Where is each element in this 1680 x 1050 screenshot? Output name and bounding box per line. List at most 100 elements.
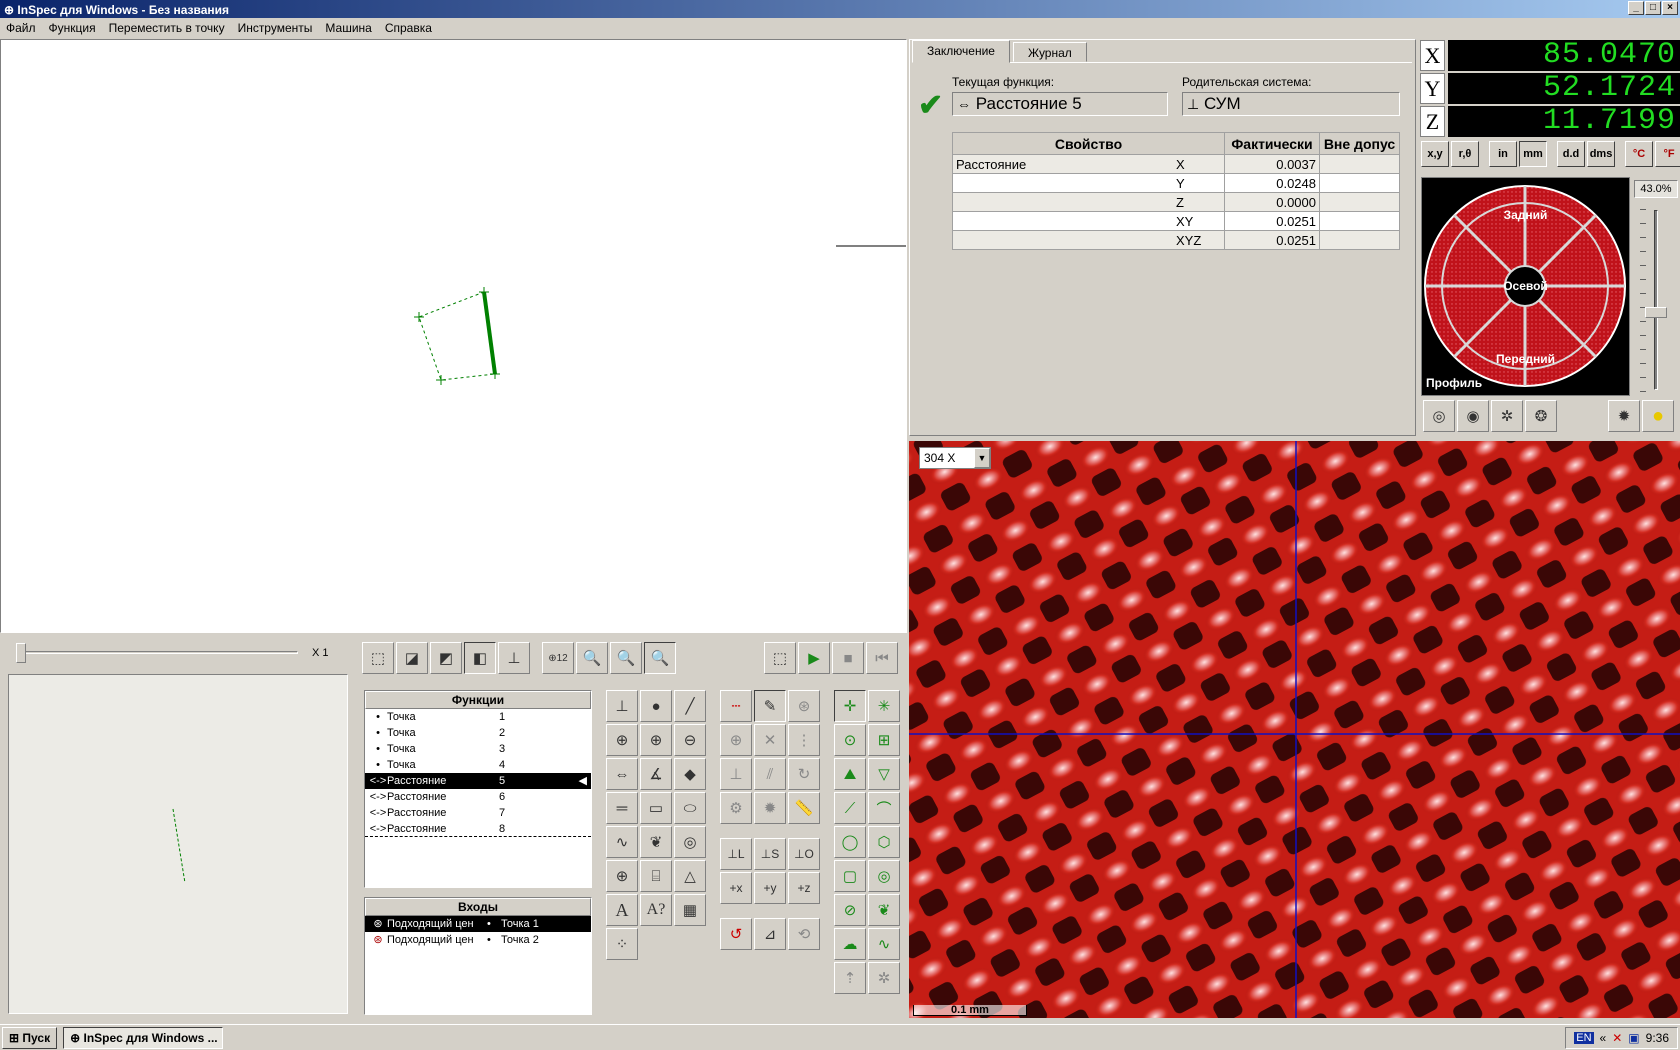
ruler-icon[interactable]: 📏 [788, 792, 820, 824]
cone-icon[interactable]: △ [674, 860, 706, 892]
zoom-out-icon[interactable]: 🔍 [610, 642, 642, 674]
edge-trace-icon[interactable]: ⊘ [834, 894, 866, 926]
edge-closed-icon[interactable]: ⬡ [868, 826, 900, 858]
probe-icon[interactable]: ⊛ [788, 690, 820, 722]
peak-point-icon[interactable]: ⛰ [834, 758, 866, 790]
inputs-list[interactable]: Входы ⊛ Подходящий цен • Точка 1 ⊛ Подходящи… [364, 897, 592, 1015]
text-icon[interactable]: A [606, 894, 638, 926]
tab-journal[interactable]: Журнал [1013, 42, 1087, 62]
measure-count-icon[interactable]: ⊕12 [542, 642, 574, 674]
calculator-icon[interactable]: ▦ [674, 894, 706, 926]
part-preview[interactable] [8, 674, 348, 1014]
taskbar-item-inspec[interactable]: ⊕ InSpec для Windows ... [63, 1026, 224, 1049]
datum-o-icon[interactable]: ⊥O [788, 838, 820, 870]
datum-l-icon[interactable]: ⊥L [720, 838, 752, 870]
list-item[interactable]: ⊛ Подходящий цен • Точка 2 [365, 932, 591, 948]
sphere-icon[interactable]: ⊕ [606, 860, 638, 892]
datum-s-icon[interactable]: ⊥S [754, 838, 786, 870]
tab-summary[interactable]: Заключение [912, 40, 1010, 63]
valley-point-icon[interactable]: ▽ [868, 758, 900, 790]
menu-machine[interactable]: Машина [325, 21, 371, 35]
edge-blob-icon[interactable]: ❦ [868, 894, 900, 926]
point-cloud-icon[interactable]: ⁘ [606, 928, 638, 960]
origin-y-icon[interactable]: +y [754, 872, 786, 904]
stop-icon[interactable]: ■ [832, 642, 864, 674]
menu-tools[interactable]: Инструменты [238, 21, 313, 35]
celsius-button[interactable]: °C [1625, 141, 1653, 167]
light-segments-icon[interactable]: ✲ [1491, 400, 1523, 432]
menu-move-to-point[interactable]: Переместить в точку [109, 21, 225, 35]
arc-icon[interactable]: ⊕ [640, 724, 672, 756]
dashed-line-icon[interactable]: ┄ [720, 690, 752, 722]
list-item[interactable]: • Точка 2 [365, 725, 591, 741]
coord-system-icon[interactable]: ⊥ [606, 690, 638, 722]
light-ring-double-icon[interactable]: ◉ [1457, 400, 1489, 432]
lamp-off-icon[interactable]: ✹ [1608, 400, 1640, 432]
ring-icon[interactable]: ◎ [674, 826, 706, 858]
zoom-fit-icon[interactable]: 🔍 [644, 642, 676, 674]
list-item[interactable]: <-> Расстояние 8 [365, 821, 591, 837]
network-icon[interactable]: ▣ [1628, 1031, 1639, 1045]
decimal-degrees-button[interactable]: d.d [1557, 141, 1585, 167]
edge-point-icon[interactable]: ⊞ [868, 724, 900, 756]
plane-icon[interactable]: ◆ [674, 758, 706, 790]
rotate-icon[interactable]: ↺ [720, 918, 752, 950]
start-button[interactable]: ⊞ Пуск [2, 1026, 58, 1049]
bisect-icon[interactable]: ⋮ [788, 724, 820, 756]
menu-file[interactable]: Файл [6, 21, 36, 35]
curve-icon[interactable]: ∿ [606, 826, 638, 858]
light-slider-thumb[interactable] [1645, 306, 1667, 318]
crosshair-point-icon[interactable]: ✛ [834, 690, 866, 722]
inch-button[interactable]: in [1489, 141, 1517, 167]
perpendicular-icon[interactable]: ⊥ [720, 758, 752, 790]
list-item[interactable]: <-> Расстояние 6 [365, 789, 591, 805]
play-icon[interactable]: ▶ [798, 642, 830, 674]
list-item[interactable]: • Точка 1 [365, 709, 591, 725]
focus-up-icon[interactable]: ⇡ [834, 962, 866, 994]
circle-icon[interactable]: ⊕ [606, 724, 638, 756]
language-indicator[interactable]: EN [1574, 1032, 1594, 1044]
fahrenheit-button[interactable]: °F [1655, 141, 1680, 167]
zoom-slider-track[interactable] [20, 651, 298, 654]
light-segments-all-icon[interactable]: ❂ [1525, 400, 1557, 432]
edge-arc-icon[interactable]: ⌒ [868, 792, 900, 824]
list-item-selected[interactable]: ⊛ Подходящий цен • Точка 1 [365, 916, 591, 932]
angle-icon[interactable]: ∡ [640, 758, 672, 790]
edge-rect-icon[interactable]: ▢ [834, 860, 866, 892]
menu-function[interactable]: Функция [49, 21, 96, 35]
center-point-icon[interactable]: ⊙ [834, 724, 866, 756]
rectangle-icon[interactable]: ▭ [640, 792, 672, 824]
maximize-button[interactable]: □ [1645, 1, 1661, 15]
intersect-icon[interactable]: ✕ [754, 724, 786, 756]
cylinder-icon[interactable]: ⌸ [640, 860, 672, 892]
crosshair-target-icon[interactable]: ⊕ [720, 724, 752, 756]
rewind-icon[interactable]: ⏮ [866, 642, 898, 674]
tray-expand-icon[interactable]: « [1600, 1031, 1607, 1045]
edge-ring-icon[interactable]: ◎ [868, 860, 900, 892]
list-item[interactable]: • Точка 3 [365, 741, 591, 757]
distance-icon[interactable]: ⇔ [606, 758, 638, 790]
tray-app-icon[interactable]: ✕ [1612, 1031, 1622, 1045]
view-iso-wire-icon[interactable]: ⬚ [362, 642, 394, 674]
query-text-icon[interactable]: A? [640, 894, 672, 926]
step-mode-icon[interactable]: ⬚ [764, 642, 796, 674]
line-icon[interactable]: ╱ [674, 690, 706, 722]
camera-view[interactable]: 304 X ▼ 0.1 mm [909, 441, 1680, 1018]
edge-region-icon[interactable]: ☁ [834, 928, 866, 960]
edge-profile-icon[interactable]: ∿ [868, 928, 900, 960]
circle-pattern-icon[interactable]: ⚙ [720, 792, 752, 824]
minimize-button[interactable]: _ [1628, 1, 1644, 15]
light-ring-single-icon[interactable]: ◎ [1423, 400, 1455, 432]
zoom-in-icon[interactable]: 🔍 [576, 642, 608, 674]
slot-icon[interactable]: ⬭ [674, 792, 706, 824]
parallel-lines-icon[interactable]: ═ [606, 792, 638, 824]
point-icon[interactable]: ● [640, 690, 672, 722]
xy-coord-button[interactable]: x,y [1421, 141, 1449, 167]
chevron-down-icon[interactable]: ▼ [974, 448, 990, 468]
light-slider-track[interactable] [1654, 210, 1658, 390]
graphic-view[interactable] [0, 39, 907, 633]
functions-list[interactable]: Функции • Точка 1 • Точка 2 • Точка 3 • Точка 4 … [364, 690, 592, 888]
ellipse-icon[interactable]: ⊖ [674, 724, 706, 756]
focus-auto-icon[interactable]: ✲ [868, 962, 900, 994]
blob-icon[interactable]: ❦ [640, 826, 672, 858]
